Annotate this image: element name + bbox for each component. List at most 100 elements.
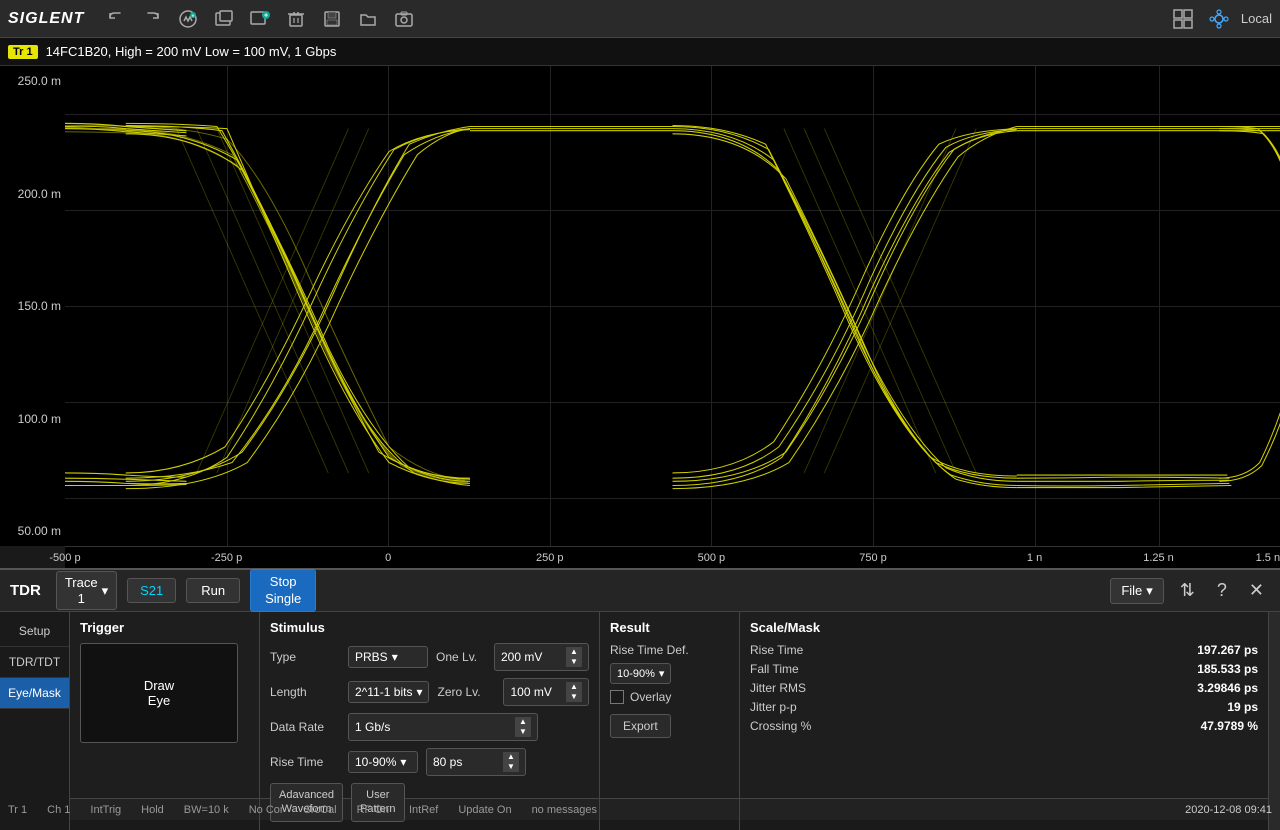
y-label-250: 250.0 m <box>4 74 61 88</box>
y-label-200: 200.0 m <box>4 187 61 201</box>
rise-time-percent-select[interactable]: 10-90% ▾ <box>348 751 418 773</box>
trace-select[interactable]: Trace 1 ▾ <box>56 571 117 610</box>
one-lv-down[interactable]: ▼ <box>566 657 582 667</box>
file-button[interactable]: File ▾ <box>1110 578 1163 604</box>
status-hold: Hold <box>141 804 164 816</box>
zero-lv-spinner[interactable]: ▲ ▼ <box>566 682 582 702</box>
status-rf-on: RF On <box>357 804 389 816</box>
run-button[interactable]: Run <box>186 578 240 603</box>
x-label-5: 750 p <box>859 552 887 564</box>
zero-lv-down[interactable]: ▼ <box>566 692 582 702</box>
crossing-row: Crossing % 47.9789 % <box>750 719 1258 733</box>
rise-time-value: 80 ps <box>433 755 462 769</box>
rise-time-label: Rise Time <box>270 755 340 769</box>
panel-content: Setup TDR/TDT Eye/Mask Trigger Draw Eye … <box>0 612 1280 830</box>
trace-select-label: Trace 1 <box>65 575 98 606</box>
rise-time-def-select[interactable]: 10-90% ▾ <box>610 663 671 684</box>
zero-lv-value: 100 mV <box>510 685 551 699</box>
scale-section: Scale/Mask Rise Time 197.267 ps Fall Tim… <box>740 612 1268 830</box>
rise-time-meas-value: 197.267 ps <box>1197 643 1258 657</box>
waveform-area <box>65 66 1280 546</box>
x-label-1: -250 p <box>211 552 242 564</box>
stimulus-section: Stimulus Type PRBS ▾ One Lv. 200 mV ▲ ▼ … <box>260 612 600 830</box>
trigger-section: Trigger Draw Eye <box>70 612 260 830</box>
setup-tab-label: Setup <box>19 624 50 638</box>
trigger-box[interactable]: Draw Eye <box>80 643 238 743</box>
rise-time-spinner[interactable]: ▲ ▼ <box>503 752 519 772</box>
fall-time-meas-value: 185.533 ps <box>1197 662 1258 676</box>
add-channel-button[interactable]: + <box>246 5 274 33</box>
length-select[interactable]: 2^11-1 bits ▾ <box>348 681 429 703</box>
help-button[interactable]: ? <box>1211 578 1233 603</box>
one-lv-up[interactable]: ▲ <box>566 647 582 657</box>
close-panel-button[interactable]: ✕ <box>1243 578 1270 603</box>
jitter-rms-value: 3.29846 ps <box>1197 681 1258 695</box>
rise-time-down[interactable]: ▼ <box>503 762 519 772</box>
rise-time-up[interactable]: ▲ <box>503 752 519 762</box>
type-select[interactable]: PRBS ▾ <box>348 646 428 668</box>
svg-text:+: + <box>192 13 195 19</box>
data-rate-field[interactable]: 1 Gb/s ▲ ▼ <box>348 713 538 741</box>
jitter-rms-row: Jitter RMS 3.29846 ps <box>750 681 1258 695</box>
overlay-checkbox[interactable] <box>610 690 624 704</box>
status-src-cal: SrcCal <box>304 804 337 816</box>
tdr-tdt-tab-label: TDR/TDT <box>9 655 60 669</box>
s21-button[interactable]: S21 <box>127 578 176 603</box>
fall-time-row: Fall Time 185.533 ps <box>750 662 1258 676</box>
zero-lv-field[interactable]: 100 mV ▲ ▼ <box>503 678 589 706</box>
stimulus-title: Stimulus <box>270 620 589 635</box>
network-button[interactable] <box>1205 5 1233 33</box>
data-rate-value: 1 Gb/s <box>355 720 390 734</box>
data-rate-label: Data Rate <box>270 720 340 734</box>
zero-lv-up[interactable]: ▲ <box>566 682 582 692</box>
x-label-2: 0 <box>385 552 391 564</box>
eye-mask-tab-label: Eye/Mask <box>8 686 61 700</box>
signal-gen-button[interactable]: + <box>174 5 202 33</box>
crossing-label: Crossing % <box>750 719 811 733</box>
trace-bar: Tr 1 14FC1B20, High = 200 mV Low = 100 m… <box>0 38 1280 66</box>
rise-time-def-label: Rise Time Def. <box>610 643 689 657</box>
export-button[interactable]: Export <box>610 714 671 738</box>
redo-button[interactable] <box>138 5 166 33</box>
rise-time-field[interactable]: 80 ps ▲ ▼ <box>426 748 526 776</box>
new-window-button[interactable] <box>210 5 238 33</box>
jitter-rms-label: Jitter RMS <box>750 681 806 695</box>
status-datetime: 2020-12-08 09:41 <box>1185 804 1272 816</box>
user-pattern-btn[interactable]: User Pattern <box>351 783 404 822</box>
eye-mask-tab[interactable]: Eye/Mask <box>0 678 69 709</box>
fall-time-meas-label: Fall Time <box>750 662 799 676</box>
connection-label: Local <box>1241 11 1272 26</box>
file-arrow: ▾ <box>1146 583 1153 599</box>
right-scrollbar[interactable] <box>1268 612 1280 830</box>
zero-lv-label: Zero Lv. <box>437 685 495 699</box>
eye-diagram <box>65 66 1280 546</box>
undo-button[interactable] <box>102 5 130 33</box>
status-messages: no messages <box>532 804 597 816</box>
result-title: Result <box>610 620 729 635</box>
length-label: Length <box>270 685 340 699</box>
rise-time-def-value: 10-90% <box>617 668 655 680</box>
data-rate-down[interactable]: ▼ <box>515 727 531 737</box>
one-lv-field[interactable]: 200 mV ▲ ▼ <box>494 643 589 671</box>
draw-eye-label: Draw Eye <box>144 678 174 708</box>
data-rate-up[interactable]: ▲ <box>515 717 531 727</box>
left-tabs: Setup TDR/TDT Eye/Mask <box>0 612 70 830</box>
y-axis: 250.0 m 200.0 m 150.0 m 100.0 m 50.00 m <box>0 66 65 546</box>
trace-info: 14FC1B20, High = 200 mV Low = 100 mV, 1 … <box>46 44 337 59</box>
setup-tab[interactable]: Setup <box>0 616 69 647</box>
screenshot-button[interactable] <box>390 5 418 33</box>
arrows-button[interactable]: ⇅ <box>1174 578 1201 603</box>
stop-single-button[interactable]: Stop Single <box>250 569 316 613</box>
grid-view-button[interactable] <box>1169 5 1197 33</box>
save-button[interactable] <box>318 5 346 33</box>
tdr-tdt-tab[interactable]: TDR/TDT <box>0 647 69 678</box>
data-rate-spinner[interactable]: ▲ ▼ <box>515 717 531 737</box>
toolbar: SIGLENT + + <box>0 0 1280 38</box>
type-value: PRBS <box>355 650 388 664</box>
one-lv-spinner[interactable]: ▲ ▼ <box>566 647 582 667</box>
x-label-4: 500 p <box>698 552 726 564</box>
delete-button[interactable] <box>282 5 310 33</box>
type-label: Type <box>270 650 340 664</box>
open-button[interactable] <box>354 5 382 33</box>
advanced-waveform-btn[interactable]: Adavanced Waveform <box>270 783 343 822</box>
